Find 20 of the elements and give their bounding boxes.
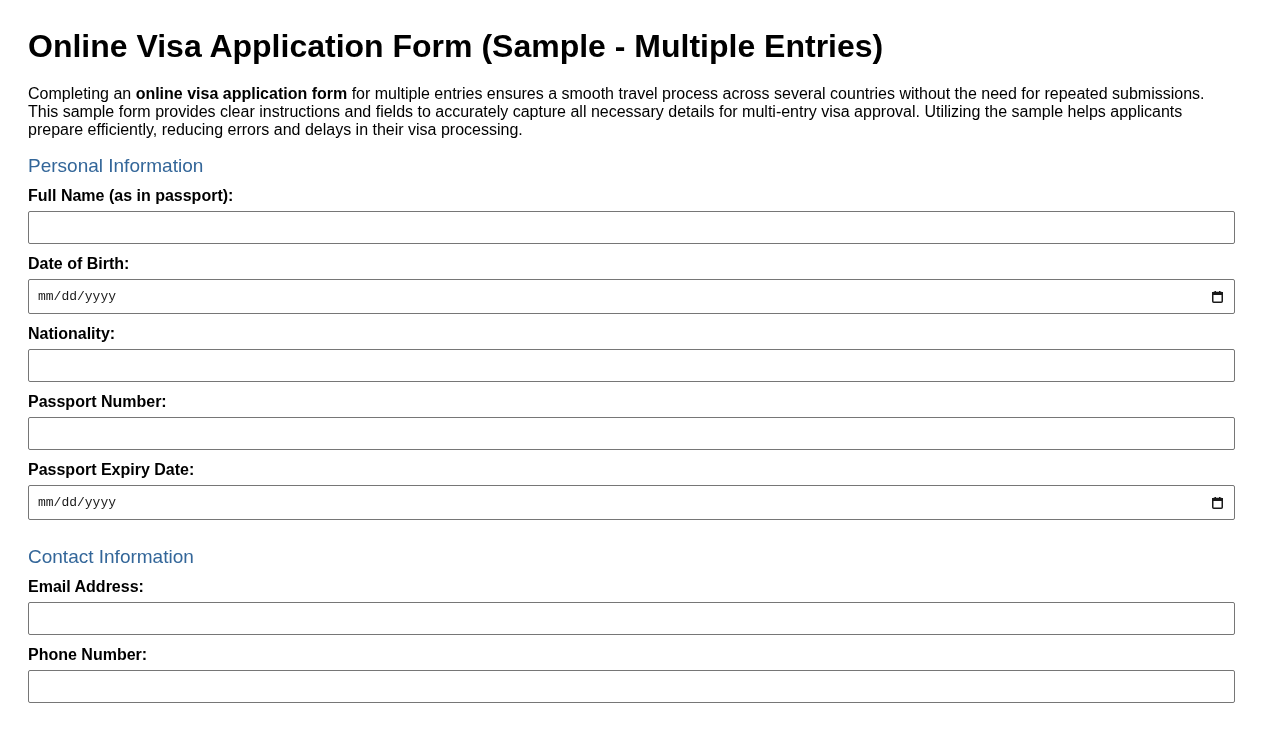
input-field[interactable] bbox=[28, 670, 1235, 703]
input-field[interactable] bbox=[28, 417, 1235, 450]
calendar-icon[interactable] bbox=[1212, 291, 1223, 303]
field-label: Date of Birth: bbox=[28, 254, 131, 274]
field-label: Nationality: bbox=[28, 324, 117, 344]
calendar-icon[interactable] bbox=[1212, 497, 1223, 509]
page-title: Online Visa Application Form (Sample - Multiple Entries) bbox=[28, 27, 885, 65]
input-field[interactable] bbox=[28, 602, 1235, 635]
field-label: Phone Number: bbox=[28, 645, 149, 665]
input-field[interactable] bbox=[28, 349, 1235, 382]
field-label: Passport Number: bbox=[28, 392, 168, 412]
section-heading: Personal Information bbox=[28, 154, 205, 178]
intro-paragraph: Completing an online visa application form for multiple entries ensures a smooth travel process across several countries without the need for repeated submissions. This sample form provides clear instructions and fields to accurately capture all necessary details for multi-entry visa approval. Utilizing the sample helps applicants prepare efficiently, reducing errors and delays in their visa processing. bbox=[28, 85, 1206, 139]
input-field[interactable] bbox=[28, 211, 1235, 244]
section-heading: Contact Information bbox=[28, 545, 195, 569]
field-label: Full Name (as in passport): bbox=[28, 186, 235, 206]
date-field[interactable]: mm/dd/yyyy bbox=[28, 485, 1235, 520]
field-label: Passport Expiry Date: bbox=[28, 460, 196, 480]
field-label: Email Address: bbox=[28, 577, 145, 597]
date-field[interactable]: mm/dd/yyyy bbox=[28, 279, 1235, 314]
